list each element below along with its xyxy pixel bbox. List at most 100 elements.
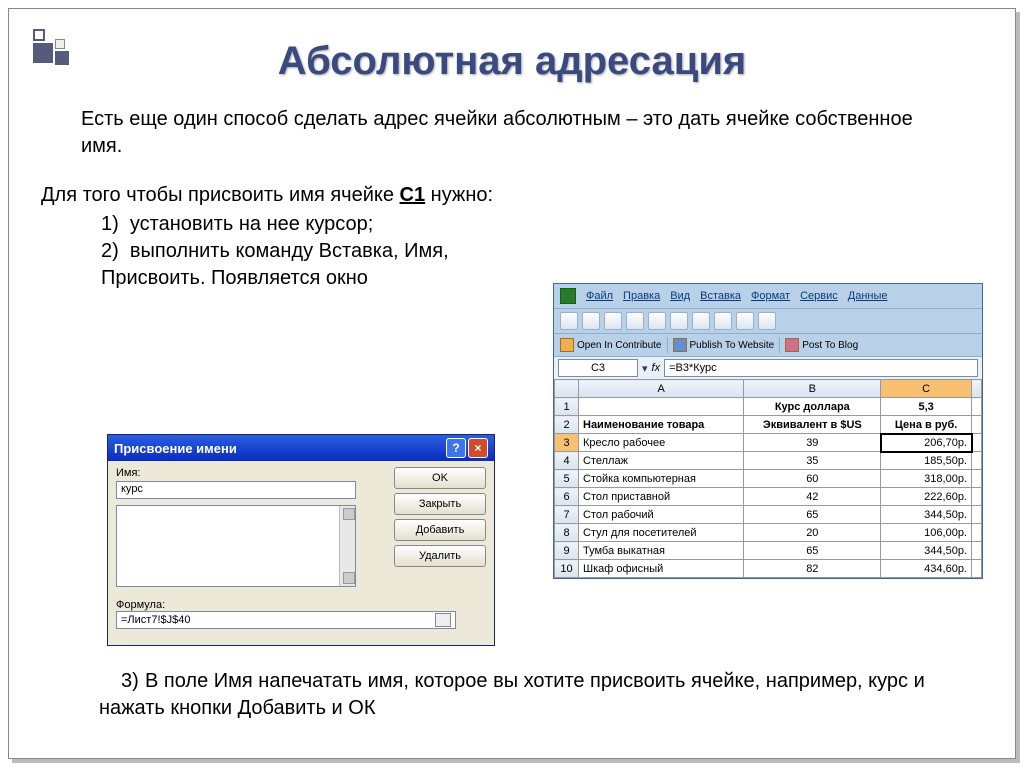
- blog-icon[interactable]: [785, 338, 799, 352]
- cell[interactable]: Эквивалент в $US: [744, 416, 881, 434]
- spellcheck-icon[interactable]: [670, 312, 688, 330]
- names-listbox[interactable]: [116, 505, 356, 587]
- menu-tools[interactable]: Сервис: [800, 290, 838, 302]
- menu-edit[interactable]: Правка: [623, 290, 660, 302]
- copy-icon[interactable]: [714, 312, 732, 330]
- preview-icon[interactable]: [648, 312, 666, 330]
- cell[interactable]: Стеллаж: [579, 452, 744, 470]
- cell[interactable]: [579, 398, 744, 416]
- cell[interactable]: Курс доллара: [744, 398, 881, 416]
- cell[interactable]: 344,50р.: [881, 506, 972, 524]
- corner-header[interactable]: [555, 380, 579, 398]
- cell[interactable]: Стойка компьютерная: [579, 470, 744, 488]
- formula-input[interactable]: =Лист7!$J$40: [116, 611, 456, 629]
- col-header-d-edge[interactable]: [972, 380, 982, 398]
- cell[interactable]: 206,70р.: [881, 434, 972, 452]
- cell[interactable]: Шкаф офисный: [579, 560, 744, 578]
- cell[interactable]: 318,00р.: [881, 470, 972, 488]
- corner-decoration: [33, 29, 93, 69]
- cell[interactable]: Тумба выкатная: [579, 542, 744, 560]
- cell[interactable]: Наименование товара: [579, 416, 744, 434]
- save-icon[interactable]: [604, 312, 622, 330]
- row-header[interactable]: 8: [555, 524, 579, 542]
- open-icon[interactable]: [582, 312, 600, 330]
- cell-edge: [972, 398, 982, 416]
- close-button[interactable]: Закрыть: [394, 493, 486, 515]
- excel-menubar[interactable]: Файл Правка Вид Вставка Формат Сервис Да…: [554, 284, 982, 308]
- cell-edge: [972, 470, 982, 488]
- fx-label[interactable]: fx: [652, 362, 661, 374]
- cell-edge: [972, 560, 982, 578]
- row-header[interactable]: 7: [555, 506, 579, 524]
- formula-bar[interactable]: =B3*Курс: [664, 359, 978, 377]
- row-header[interactable]: 4: [555, 452, 579, 470]
- cell[interactable]: 106,00р.: [881, 524, 972, 542]
- publish-icon[interactable]: [673, 338, 687, 352]
- cell[interactable]: Кресло рабочее: [579, 434, 744, 452]
- row-header[interactable]: 10: [555, 560, 579, 578]
- cell-edge: [972, 524, 982, 542]
- cut-icon[interactable]: [692, 312, 710, 330]
- namebox-dropdown-icon[interactable]: ▾: [642, 362, 648, 375]
- post-to-blog[interactable]: Post To Blog: [802, 340, 858, 351]
- new-icon[interactable]: [560, 312, 578, 330]
- cell[interactable]: 39: [744, 434, 881, 452]
- cell[interactable]: 20: [744, 524, 881, 542]
- cell[interactable]: 434,60р.: [881, 560, 972, 578]
- menu-view[interactable]: Вид: [670, 290, 690, 302]
- dialog-titlebar[interactable]: Присвоение имени ? ×: [108, 435, 494, 461]
- dialog-title: Присвоение имени: [114, 441, 237, 456]
- menu-file[interactable]: Файл: [586, 290, 613, 302]
- cell[interactable]: 65: [744, 542, 881, 560]
- cell[interactable]: 222,60р.: [881, 488, 972, 506]
- row-header[interactable]: 6: [555, 488, 579, 506]
- range-picker-icon[interactable]: [435, 613, 451, 627]
- menu-data[interactable]: Данные: [848, 290, 888, 302]
- scrollbar[interactable]: [339, 506, 355, 586]
- undo-icon[interactable]: [758, 312, 776, 330]
- cell[interactable]: 65: [744, 506, 881, 524]
- excel-toolbar[interactable]: [554, 308, 982, 333]
- name-box[interactable]: C3: [558, 359, 638, 377]
- row-header[interactable]: 5: [555, 470, 579, 488]
- paste-icon[interactable]: [736, 312, 754, 330]
- row-header[interactable]: 9: [555, 542, 579, 560]
- open-in-contribute[interactable]: Open In Contribute: [577, 340, 662, 351]
- menu-insert[interactable]: Вставка: [700, 290, 741, 302]
- col-header-c[interactable]: C: [881, 380, 972, 398]
- cell[interactable]: 35: [744, 452, 881, 470]
- help-icon[interactable]: ?: [446, 438, 466, 458]
- ok-button[interactable]: OK: [394, 467, 486, 489]
- cell[interactable]: Цена в руб.: [881, 416, 972, 434]
- cell[interactable]: 42: [744, 488, 881, 506]
- cell[interactable]: 5,3: [881, 398, 972, 416]
- spreadsheet-grid[interactable]: A B C 1 Курс доллара5,3 2Наименование това…: [554, 379, 982, 578]
- menu-format[interactable]: Формат: [751, 290, 790, 302]
- print-icon[interactable]: [626, 312, 644, 330]
- add-button[interactable]: Добавить: [394, 519, 486, 541]
- cell-edge: [972, 506, 982, 524]
- step-1: 1) установить на нее курсор;: [101, 211, 521, 238]
- cell[interactable]: 344,50р.: [881, 542, 972, 560]
- cell-edge: [972, 452, 982, 470]
- cell[interactable]: 82: [744, 560, 881, 578]
- cell[interactable]: 185,50р.: [881, 452, 972, 470]
- cell-edge: [972, 488, 982, 506]
- contribute-toolbar[interactable]: Open In Contribute Publish To Website Po…: [554, 333, 982, 356]
- row-header[interactable]: 2: [555, 416, 579, 434]
- formula-label: Формула:: [116, 599, 486, 611]
- cell[interactable]: 60: [744, 470, 881, 488]
- contribute-icon[interactable]: [560, 338, 574, 352]
- excel-logo-icon: [560, 288, 576, 304]
- cell[interactable]: Стол приставной: [579, 488, 744, 506]
- col-header-b[interactable]: B: [744, 380, 881, 398]
- delete-button[interactable]: Удалить: [394, 545, 486, 567]
- name-input[interactable]: курс: [116, 481, 356, 499]
- cell[interactable]: Стол рабочий: [579, 506, 744, 524]
- cell[interactable]: Стул для посетителей: [579, 524, 744, 542]
- row-header[interactable]: 3: [555, 434, 579, 452]
- col-header-a[interactable]: A: [579, 380, 744, 398]
- close-icon[interactable]: ×: [468, 438, 488, 458]
- publish-to-website[interactable]: Publish To Website: [690, 340, 775, 351]
- row-header[interactable]: 1: [555, 398, 579, 416]
